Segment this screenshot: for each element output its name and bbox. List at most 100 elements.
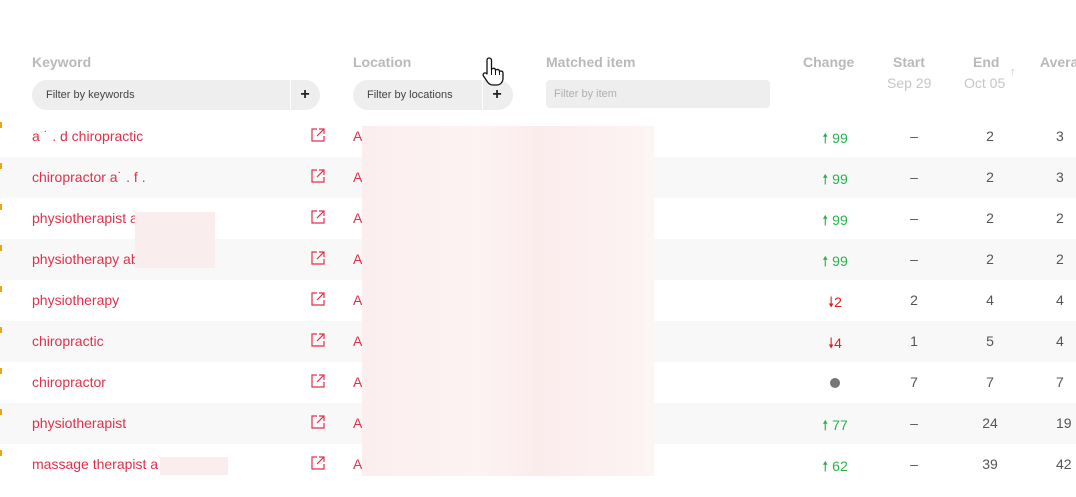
change-value: 2 (834, 294, 842, 310)
end-cell: 39 (982, 456, 998, 472)
keyword-link[interactable]: physiotherapy ab (32, 251, 139, 267)
column-header-average[interactable]: Avera (1040, 54, 1076, 70)
column-header-location[interactable]: Location (353, 54, 411, 70)
no-change-dot-icon (830, 378, 840, 389)
start-cell: 7 (910, 374, 918, 390)
end-cell: 2 (986, 169, 994, 185)
change-value: 77 (832, 417, 848, 433)
change-value: 4 (834, 335, 842, 351)
row-indicator (0, 163, 2, 169)
end-cell: 5 (986, 333, 994, 349)
column-header-keyword[interactable]: Keyword (32, 54, 91, 70)
end-cell: 2 (986, 210, 994, 226)
arrow-up-icon: 🠕 (822, 130, 829, 146)
average-cell: 3 (1056, 128, 1064, 144)
keyword-link[interactable]: chiropractic (32, 333, 104, 349)
change-value: 99 (832, 253, 848, 269)
start-cell: – (910, 169, 918, 185)
add-keyword-filter-button[interactable]: + (290, 80, 320, 110)
end-cell: 2 (986, 251, 994, 267)
keyword-link[interactable]: physiotherapy (32, 292, 119, 308)
column-header-start[interactable]: Start (893, 54, 925, 70)
keyword-filter[interactable]: Filter by keywords + (32, 80, 320, 110)
location-cell[interactable]: A (353, 210, 362, 226)
end-cell: 7 (986, 374, 994, 390)
location-cell[interactable]: A (353, 456, 362, 472)
external-link-icon[interactable] (310, 209, 326, 225)
change-value: 99 (832, 130, 848, 146)
location-cell[interactable]: A (353, 333, 362, 349)
keyword-link[interactable]: a ˙ . d chiropractic (32, 128, 143, 144)
average-cell: 7 (1056, 374, 1064, 390)
row-indicator (0, 409, 2, 415)
average-cell: 4 (1056, 333, 1064, 349)
sort-arrow-up-icon[interactable]: ↑ (1010, 66, 1016, 78)
row-indicator (0, 327, 2, 333)
location-cell[interactable]: A (353, 374, 362, 390)
external-link-icon[interactable] (310, 455, 326, 471)
average-cell: 3 (1056, 169, 1064, 185)
column-header-change[interactable]: Change (803, 54, 854, 70)
change-cell: 🠕 99 (800, 169, 870, 193)
arrow-up-icon: 🠕 (822, 171, 829, 187)
keyword-link[interactable]: chiropractor (32, 374, 106, 390)
location-cell[interactable]: A (353, 169, 362, 185)
change-cell: 🠕 99 (800, 251, 870, 275)
start-cell: – (910, 456, 918, 472)
end-date-label: Oct 05 (964, 75, 1006, 91)
location-cell[interactable]: A (353, 251, 362, 267)
arrow-up-icon: 🠕 (822, 458, 829, 474)
arrow-up-icon: 🠕 (822, 212, 829, 228)
external-link-icon[interactable] (310, 168, 326, 184)
external-link-icon[interactable] (310, 373, 326, 389)
external-link-icon[interactable] (310, 250, 326, 266)
row-indicator (0, 204, 2, 210)
column-header-end[interactable]: End (973, 54, 999, 70)
item-filter-input[interactable]: Filter by item (546, 80, 770, 108)
change-cell: 🠗2 (800, 292, 870, 316)
start-cell: – (910, 210, 918, 226)
keyword-link[interactable]: chiropractor a˙ . f . (32, 169, 146, 185)
start-cell: 2 (910, 292, 918, 308)
change-cell (800, 374, 870, 390)
change-cell: 🠕 62 (800, 456, 870, 480)
average-cell: 4 (1056, 292, 1064, 308)
row-indicator (0, 368, 2, 374)
change-value: 62 (832, 458, 848, 474)
change-value: 99 (832, 212, 848, 228)
keyword-filter-input[interactable]: Filter by keywords (46, 80, 135, 110)
row-indicator (0, 286, 2, 292)
external-link-icon[interactable] (310, 414, 326, 430)
end-cell: 4 (986, 292, 994, 308)
row-indicator (0, 450, 2, 456)
keyword-link[interactable]: massage therapist a (32, 456, 158, 472)
change-value: 99 (832, 171, 848, 187)
start-cell: – (910, 415, 918, 431)
row-indicator (0, 122, 2, 128)
average-cell: 42 (1056, 456, 1072, 472)
external-link-icon[interactable] (310, 332, 326, 348)
change-cell: 🠗4 (800, 333, 870, 357)
keyword-link[interactable]: physiotherapist a (32, 210, 138, 226)
start-date-label: Sep 29 (887, 75, 932, 91)
column-header-matched-item[interactable]: Matched item (546, 54, 635, 70)
arrow-up-icon: 🠕 (822, 417, 829, 433)
arrow-up-icon: 🠕 (822, 253, 829, 269)
change-cell: 🠕 99 (800, 128, 870, 152)
start-cell: 1 (910, 333, 918, 349)
redacted-region (160, 457, 228, 475)
location-cell[interactable]: A (353, 415, 362, 431)
external-link-icon[interactable] (310, 291, 326, 307)
start-cell: – (910, 251, 918, 267)
keyword-link[interactable]: physiotherapist (32, 415, 126, 431)
end-cell: 24 (982, 415, 998, 431)
start-cell: – (910, 128, 918, 144)
average-cell: 19 (1056, 415, 1072, 431)
external-link-icon[interactable] (310, 127, 326, 143)
redacted-region (135, 212, 215, 268)
location-cell[interactable]: A (353, 292, 362, 308)
average-cell: 2 (1056, 251, 1064, 267)
location-cell[interactable]: A (353, 128, 362, 144)
location-filter-input[interactable]: Filter by locations (367, 80, 453, 110)
redacted-region (362, 126, 654, 476)
